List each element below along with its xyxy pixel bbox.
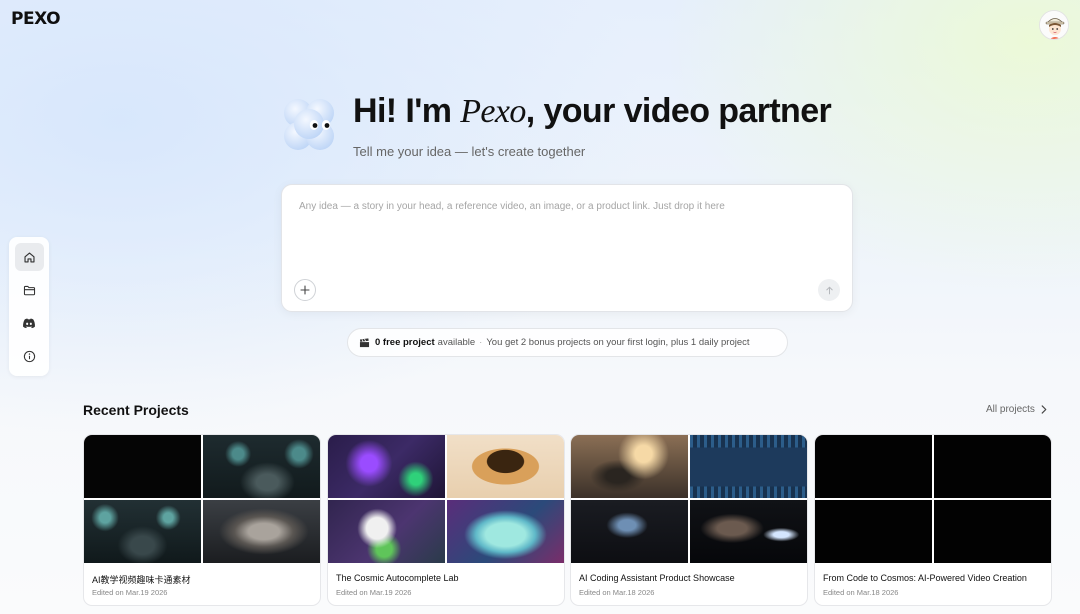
clapperboard-icon <box>359 337 370 347</box>
folder-icon <box>23 285 35 295</box>
project-card[interactable]: AI教学视频趣味卡通素材 Edited on Mar.19 2026 <box>83 434 321 606</box>
thumbnail-image <box>690 435 807 498</box>
avatar-icon <box>1040 11 1068 39</box>
arrow-up-icon <box>825 286 833 294</box>
sidebar-item-home[interactable] <box>14 243 44 271</box>
free-project-details: You get 2 bonus projects on your first l… <box>486 337 750 348</box>
pexo-logo[interactable]: PEXO <box>11 9 61 29</box>
home-icon <box>23 251 35 263</box>
plus-icon <box>300 285 310 295</box>
recent-projects-title: Recent Projects <box>83 402 189 418</box>
thumbnail-image <box>203 500 320 563</box>
prompt-input[interactable] <box>299 201 839 261</box>
chevron-right-icon <box>1041 405 1047 414</box>
project-thumbnails <box>84 435 320 563</box>
project-date: Edited on Mar.18 2026 <box>579 588 655 597</box>
thumbnail-image <box>84 435 201 498</box>
send-button[interactable] <box>818 279 840 301</box>
project-title: AI Coding Assistant Product Showcase <box>579 573 735 583</box>
project-card[interactable]: From Code to Cosmos: AI-Powered Video Cr… <box>814 434 1052 606</box>
free-project-count: 0 free project <box>375 337 435 348</box>
project-thumbnails <box>571 435 807 563</box>
hero-subtitle: Tell me your idea — let's create togethe… <box>353 144 586 159</box>
thumbnail-image <box>328 435 445 498</box>
project-title: The Cosmic Autocomplete Lab <box>336 573 459 583</box>
thumbnail-image <box>934 500 1051 563</box>
thumbnail-image <box>447 500 564 563</box>
free-project-available: available <box>437 337 476 348</box>
promo-separator: · <box>479 337 483 348</box>
thumbnail-image <box>690 500 807 563</box>
thumbnail-image <box>571 435 688 498</box>
thumbnail-image <box>815 500 932 563</box>
project-card[interactable]: The Cosmic Autocomplete Lab Edited on Ma… <box>327 434 565 606</box>
thumbnail-image <box>571 500 688 563</box>
free-project-banner: 0 free project available · You get 2 bon… <box>347 328 788 357</box>
thumbnail-image <box>203 435 320 498</box>
sidebar-item-discord[interactable] <box>15 309 44 337</box>
project-title: From Code to Cosmos: AI-Powered Video Cr… <box>823 573 1027 583</box>
sidebar-item-projects[interactable] <box>15 276 44 304</box>
hero-title: Hi! I'm Pexo, your video partner <box>353 92 832 131</box>
project-date: Edited on Mar.19 2026 <box>336 588 412 597</box>
all-projects-label: All projects <box>986 404 1035 415</box>
thumbnail-image <box>934 435 1051 498</box>
pexo-mascot <box>281 97 339 153</box>
project-date: Edited on Mar.19 2026 <box>92 588 168 597</box>
thumbnail-image <box>328 500 445 563</box>
user-avatar[interactable] <box>1039 10 1069 40</box>
hero-title-suffix: , your video partner <box>525 92 832 130</box>
thumbnail-image <box>447 435 564 498</box>
side-nav <box>9 237 49 376</box>
hero-title-prefix: Hi! I'm <box>353 92 461 130</box>
discord-icon <box>23 318 35 328</box>
project-title: AI教学视频趣味卡通素材 <box>92 575 191 585</box>
info-icon <box>23 350 35 362</box>
thumbnail-image <box>815 435 932 498</box>
thumbnail-image <box>84 500 201 563</box>
project-date: Edited on Mar.18 2026 <box>823 588 899 597</box>
add-attachment-button[interactable] <box>294 279 316 301</box>
all-projects-link[interactable]: All projects <box>986 404 1047 415</box>
project-thumbnails <box>815 435 1051 563</box>
project-thumbnails <box>328 435 564 563</box>
sidebar-item-info[interactable] <box>15 342 44 370</box>
project-card[interactable]: AI Coding Assistant Product Showcase Edi… <box>570 434 808 606</box>
hero-title-brand: Pexo <box>460 93 526 130</box>
prompt-box <box>281 184 853 312</box>
